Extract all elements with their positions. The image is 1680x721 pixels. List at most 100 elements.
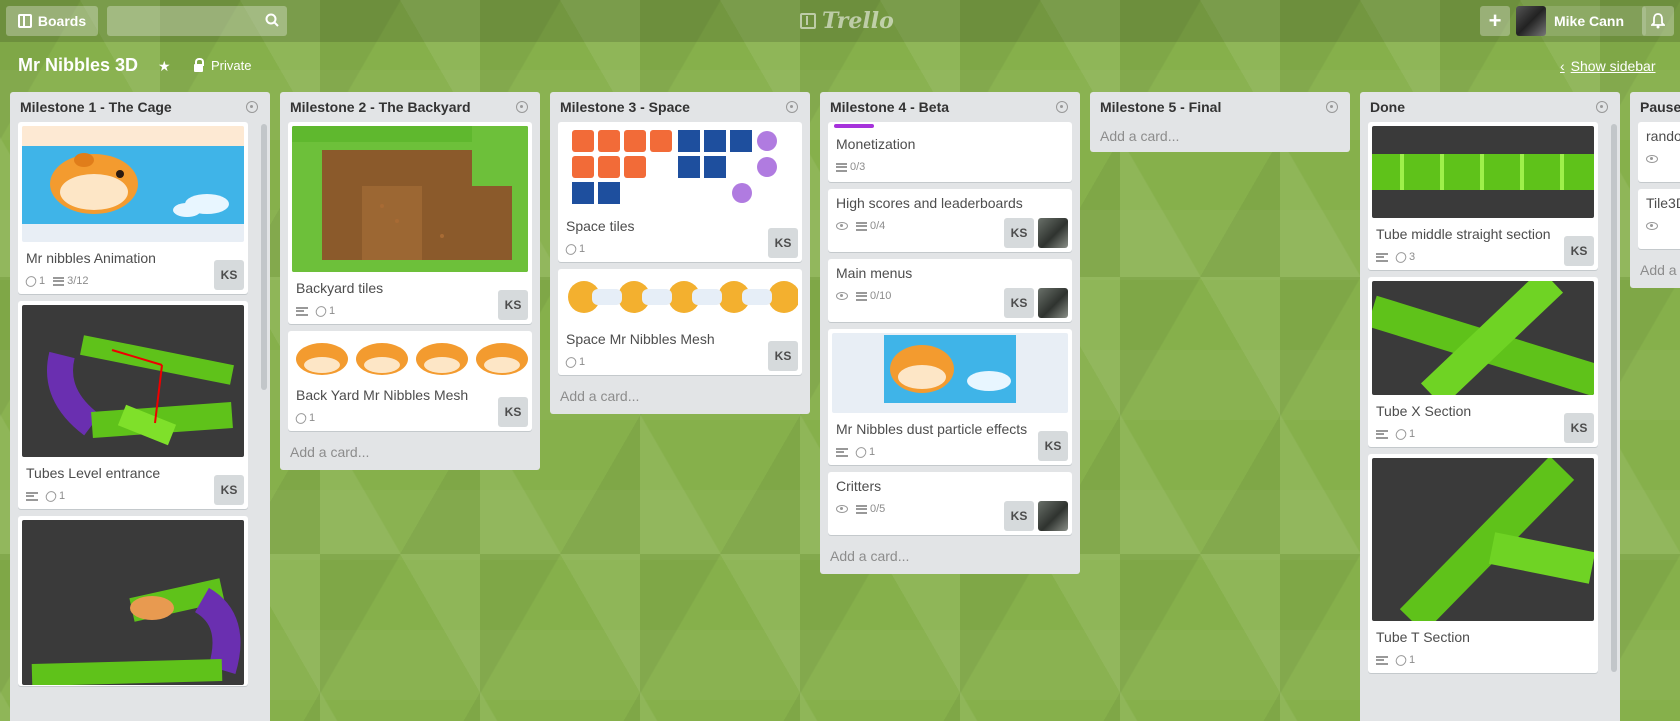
card[interactable]: Tube T Section 1	[1368, 454, 1598, 673]
card[interactable]: Tile3D	[1638, 189, 1680, 249]
card[interactable]: High scores and leaderboards 0/4 KS	[828, 189, 1072, 252]
boards-button[interactable]: Boards	[6, 6, 98, 36]
member-photo-avatar[interactable]	[1038, 288, 1068, 318]
card[interactable]: Mr Nibbles dust particle effects 1 KS	[828, 329, 1072, 465]
list-header[interactable]: Milestone 2 - The Backyard	[288, 92, 532, 122]
tube-straight-image	[1372, 154, 1594, 190]
list-header[interactable]: Milestone 3 - Space	[558, 92, 802, 122]
add-card-link[interactable]: Add a card...	[288, 438, 532, 470]
card-title: Space Mr Nibbles Mesh	[566, 331, 715, 347]
card-title: Tube X Section	[1376, 403, 1472, 419]
list-pause: Pause rando Tile3D Add a	[1630, 92, 1680, 288]
attachment-badge: 1	[563, 241, 585, 257]
trello-logo-icon	[800, 13, 816, 29]
card[interactable]: Critters 0/5 KS	[828, 472, 1072, 535]
eye-icon	[1646, 222, 1658, 230]
card[interactable]: Monetization 0/3	[828, 122, 1072, 182]
member-avatar[interactable]: KS	[1564, 413, 1594, 443]
notifications-button[interactable]	[1642, 6, 1674, 36]
add-button[interactable]: +	[1480, 6, 1510, 36]
list-menu-icon[interactable]	[516, 101, 528, 113]
card-members: KS	[214, 260, 244, 290]
list-title: Done	[1370, 99, 1405, 115]
tube-t-section-image	[1399, 458, 1594, 621]
scrollbar[interactable]	[261, 124, 267, 390]
member-avatar[interactable]: KS	[498, 397, 528, 427]
star-icon[interactable]: ★	[158, 58, 171, 75]
list-header[interactable]: Pause	[1638, 92, 1680, 122]
card[interactable]: Tube middle straight section 3 KS	[1368, 122, 1598, 270]
list-title: Milestone 4 - Beta	[830, 99, 950, 115]
card-badges: 1	[834, 443, 1066, 461]
list-header[interactable]: Milestone 4 - Beta	[828, 92, 1072, 122]
list-menu-icon[interactable]	[1596, 101, 1608, 113]
add-card-link[interactable]: Add a card...	[558, 382, 802, 414]
member-avatar[interactable]: KS	[768, 341, 798, 371]
card-title: Space tiles	[566, 218, 635, 234]
attachment-badge: 1	[313, 303, 335, 319]
card[interactable]: Mr nibbles Animation 1 3/12 KS	[18, 122, 248, 294]
add-card-link[interactable]: Add a card...	[1098, 122, 1342, 152]
member-photo-avatar[interactable]	[1038, 218, 1068, 248]
member-avatar[interactable]: KS	[768, 228, 798, 258]
member-avatar[interactable]: KS	[214, 260, 244, 290]
list-menu-icon[interactable]	[246, 101, 258, 113]
member-avatar[interactable]: KS	[1004, 218, 1034, 248]
card-members: KS	[1564, 236, 1594, 266]
card-members: KS	[214, 475, 244, 505]
eye-icon	[836, 292, 848, 300]
list-header[interactable]: Milestone 5 - Final	[1098, 92, 1342, 122]
card[interactable]: rando	[1638, 122, 1680, 182]
scrollbar[interactable]	[1611, 124, 1617, 672]
trello-logo[interactable]: Trello	[800, 8, 894, 34]
attachment-badge: 1	[853, 444, 875, 460]
card-members: KS	[768, 341, 798, 371]
list-menu-icon[interactable]	[1326, 101, 1338, 113]
list-header[interactable]: Milestone 1 - The Cage	[18, 92, 262, 122]
plus-icon: +	[1488, 8, 1502, 33]
paperclip-icon	[293, 410, 309, 426]
member-photo-avatar[interactable]	[1038, 501, 1068, 531]
member-avatar[interactable]: KS	[214, 475, 244, 505]
member-avatar[interactable]: KS	[498, 290, 528, 320]
list-header[interactable]: Done	[1368, 92, 1612, 122]
description-badge	[26, 491, 38, 501]
card-cover-image	[22, 126, 244, 242]
description-badge	[1376, 655, 1388, 665]
card-title: Mr Nibbles dust particle effects	[836, 421, 1028, 437]
description-badge	[1376, 252, 1388, 262]
search-icon[interactable]	[265, 13, 279, 27]
paperclip-icon	[23, 273, 39, 289]
card[interactable]: Main menus 0/10 KS	[828, 259, 1072, 322]
card[interactable]: Tubes Level entrance 1 KS	[18, 301, 248, 509]
list-menu-icon[interactable]	[786, 101, 798, 113]
card[interactable]: Space Mr Nibbles Mesh 1 KS	[558, 269, 802, 375]
checklist-count: 0/3	[850, 161, 866, 173]
member-avatar[interactable]: KS	[1004, 288, 1034, 318]
list-milestone-3: Milestone 3 - Space Space tiles 1 KS Spa…	[550, 92, 810, 414]
card-members: KS	[1004, 218, 1068, 248]
user-menu-button[interactable]: Mike Cann	[1516, 6, 1646, 36]
card[interactable]: Space tiles 1 KS	[558, 122, 802, 262]
add-card-link[interactable]: Add a	[1638, 256, 1680, 288]
card-cover-image	[292, 126, 528, 272]
boards-icon	[17, 14, 32, 28]
watch-badge	[836, 505, 848, 513]
member-avatar[interactable]: KS	[1004, 501, 1034, 531]
board-title[interactable]: Mr Nibbles 3D	[18, 55, 138, 76]
add-card-link[interactable]: Add a card...	[828, 542, 1072, 574]
card[interactable]: Backyard tiles 1 KS	[288, 122, 532, 324]
paperclip-icon	[313, 303, 329, 319]
card[interactable]: Back Yard Mr Nibbles Mesh 1 KS	[288, 331, 532, 431]
visibility-button[interactable]: Private	[194, 57, 251, 73]
card[interactable]	[18, 516, 248, 686]
search-input[interactable]	[107, 6, 287, 36]
list-menu-icon[interactable]	[1056, 101, 1068, 113]
member-avatar[interactable]: KS	[1564, 236, 1594, 266]
search-box[interactable]	[107, 6, 287, 36]
card[interactable]: Tube X Section 1 KS	[1368, 277, 1598, 447]
card-label	[834, 124, 874, 128]
card-members: KS	[498, 397, 528, 427]
show-sidebar-link[interactable]: ‹ Show sidebar	[1560, 58, 1656, 74]
member-avatar[interactable]: KS	[1038, 431, 1068, 461]
